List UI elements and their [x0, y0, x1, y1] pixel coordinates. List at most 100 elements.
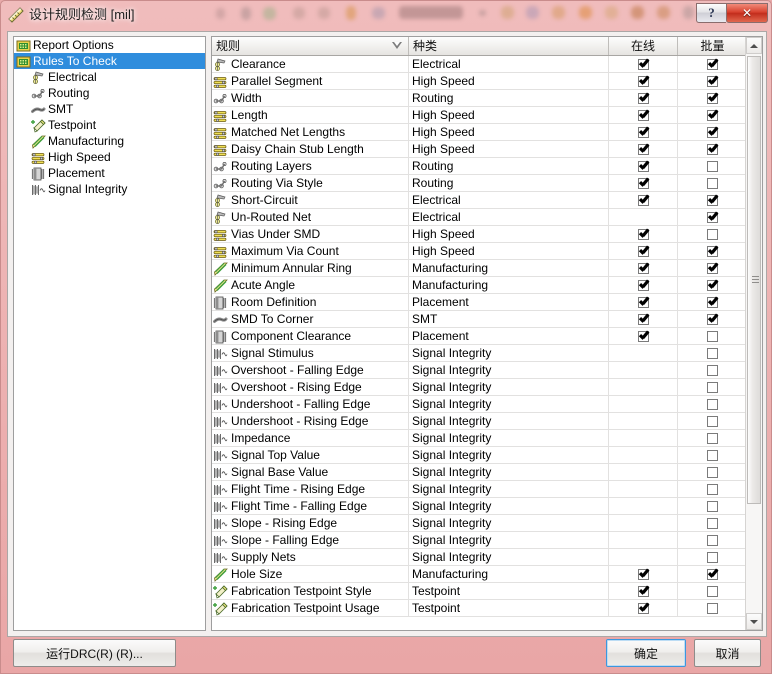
cell-online[interactable] [609, 379, 678, 396]
cell-batch-checkbox[interactable] [707, 382, 718, 393]
table-row[interactable]: Minimum Annular RingManufacturing [212, 260, 747, 277]
table-row[interactable]: Daisy Chain Stub LengthHigh Speed [212, 141, 747, 158]
cell-online-checkbox[interactable] [638, 263, 649, 274]
cell-online-checkbox[interactable] [638, 331, 649, 342]
cancel-button[interactable]: 取消 [694, 639, 761, 667]
cell-batch-checkbox[interactable] [707, 569, 718, 580]
cell-batch[interactable] [678, 243, 747, 260]
cell-batch[interactable] [678, 260, 747, 277]
cell-batch-checkbox[interactable] [707, 552, 718, 563]
cell-online-checkbox[interactable] [638, 586, 649, 597]
cell-batch[interactable] [678, 107, 747, 124]
tree-item-routing[interactable]: Routing [14, 85, 205, 101]
help-button[interactable]: ? [696, 3, 726, 23]
cell-batch[interactable] [678, 396, 747, 413]
table-row[interactable]: Hole SizeManufacturing [212, 566, 747, 583]
cell-online[interactable] [609, 90, 678, 107]
cell-online-checkbox[interactable] [638, 59, 649, 70]
cell-batch-checkbox[interactable] [707, 263, 718, 274]
cell-online[interactable] [609, 209, 678, 226]
cell-batch-checkbox[interactable] [707, 501, 718, 512]
cell-batch[interactable] [678, 90, 747, 107]
column-header-batch[interactable]: 批量 [678, 37, 747, 55]
cell-batch-checkbox[interactable] [707, 518, 718, 529]
cell-online-checkbox[interactable] [638, 161, 649, 172]
cell-online[interactable] [609, 549, 678, 566]
rules-tree-panel[interactable]: Report OptionsRules To CheckElectricalRo… [13, 36, 206, 631]
cell-online[interactable] [609, 226, 678, 243]
cell-online[interactable] [609, 311, 678, 328]
cell-batch[interactable] [678, 362, 747, 379]
cell-online-checkbox[interactable] [638, 314, 649, 325]
tree-item-signal-integrity[interactable]: Signal Integrity [14, 181, 205, 197]
cell-batch[interactable] [678, 447, 747, 464]
table-row[interactable]: Flight Time - Rising EdgeSignal Integrit… [212, 481, 747, 498]
cell-online-checkbox[interactable] [638, 144, 649, 155]
table-row[interactable]: Slope - Rising EdgeSignal Integrity [212, 515, 747, 532]
table-row[interactable]: Matched Net LengthsHigh Speed [212, 124, 747, 141]
cell-online[interactable] [609, 362, 678, 379]
table-row[interactable]: Signal StimulusSignal Integrity [212, 345, 747, 362]
cell-batch-checkbox[interactable] [707, 195, 718, 206]
cell-online[interactable] [609, 447, 678, 464]
ok-button[interactable]: 确定 [606, 639, 686, 667]
grid-vertical-scrollbar[interactable] [745, 37, 762, 630]
cell-batch-checkbox[interactable] [707, 212, 718, 223]
cell-online[interactable] [609, 158, 678, 175]
cell-online-checkbox[interactable] [638, 229, 649, 240]
cell-online-checkbox[interactable] [638, 93, 649, 104]
table-row[interactable]: Fabrication Testpoint UsageTestpoint [212, 600, 747, 617]
cell-online[interactable] [609, 107, 678, 124]
cell-batch[interactable] [678, 56, 747, 73]
cell-batch[interactable] [678, 345, 747, 362]
cell-batch[interactable] [678, 175, 747, 192]
table-row[interactable]: Fabrication Testpoint StyleTestpoint [212, 583, 747, 600]
column-header-online[interactable]: 在线 [609, 37, 678, 55]
cell-batch[interactable] [678, 158, 747, 175]
cell-online[interactable] [609, 430, 678, 447]
cell-online[interactable] [609, 260, 678, 277]
cell-batch-checkbox[interactable] [707, 450, 718, 461]
cell-online[interactable] [609, 481, 678, 498]
cell-batch[interactable] [678, 600, 747, 617]
tree-item-placement[interactable]: Placement [14, 165, 205, 181]
cell-online-checkbox[interactable] [638, 127, 649, 138]
scrollbar-track[interactable] [746, 54, 762, 613]
tree-item-report-options[interactable]: Report Options [14, 37, 205, 53]
cell-online[interactable] [609, 124, 678, 141]
scroll-up-arrow-icon[interactable] [746, 37, 762, 54]
cell-batch-checkbox[interactable] [707, 59, 718, 70]
cell-batch-checkbox[interactable] [707, 416, 718, 427]
cell-batch[interactable] [678, 515, 747, 532]
cell-online[interactable] [609, 413, 678, 430]
cell-batch-checkbox[interactable] [707, 144, 718, 155]
table-row[interactable]: Maximum Via CountHigh Speed [212, 243, 747, 260]
cell-online[interactable] [609, 56, 678, 73]
cell-batch-checkbox[interactable] [707, 178, 718, 189]
table-row[interactable]: Signal Top ValueSignal Integrity [212, 447, 747, 464]
cell-batch[interactable] [678, 311, 747, 328]
cell-online[interactable] [609, 277, 678, 294]
cell-online[interactable] [609, 498, 678, 515]
table-row[interactable]: Vias Under SMDHigh Speed [212, 226, 747, 243]
table-row[interactable]: Slope - Falling EdgeSignal Integrity [212, 532, 747, 549]
table-row[interactable]: ClearanceElectrical [212, 56, 747, 73]
cell-online-checkbox[interactable] [638, 246, 649, 257]
cell-batch-checkbox[interactable] [707, 348, 718, 359]
table-row[interactable]: Short-CircuitElectrical [212, 192, 747, 209]
cell-batch[interactable] [678, 328, 747, 345]
scrollbar-thumb[interactable] [747, 56, 761, 504]
cell-online[interactable] [609, 73, 678, 90]
cell-online-checkbox[interactable] [638, 569, 649, 580]
cell-batch-checkbox[interactable] [707, 161, 718, 172]
cell-online-checkbox[interactable] [638, 178, 649, 189]
tree-item-manufacturing[interactable]: Manufacturing [14, 133, 205, 149]
table-row[interactable]: ImpedanceSignal Integrity [212, 430, 747, 447]
cell-batch-checkbox[interactable] [707, 246, 718, 257]
cell-online-checkbox[interactable] [638, 297, 649, 308]
cell-batch[interactable] [678, 73, 747, 90]
cell-batch[interactable] [678, 413, 747, 430]
table-row[interactable]: Flight Time - Falling EdgeSignal Integri… [212, 498, 747, 515]
cell-batch-checkbox[interactable] [707, 484, 718, 495]
cell-batch-checkbox[interactable] [707, 110, 718, 121]
